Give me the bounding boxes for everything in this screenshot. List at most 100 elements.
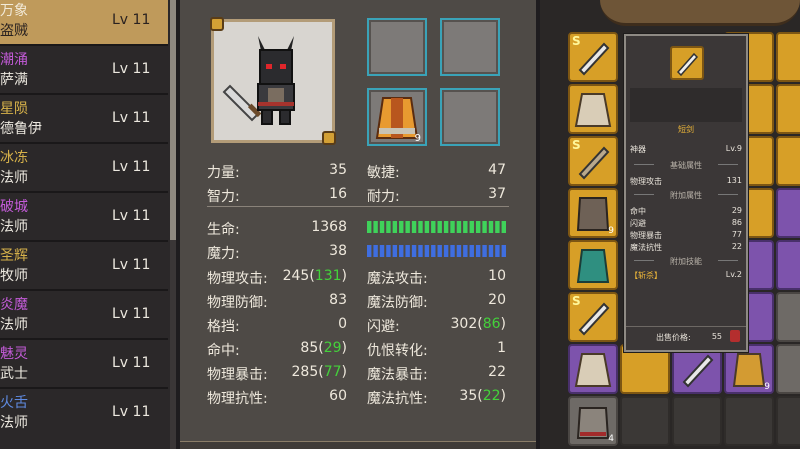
- bar-segment: [495, 245, 500, 257]
- extra-attr-name: 命中: [630, 207, 646, 216]
- hero-row-1[interactable]: 潮涌 萨满 Lv 11: [0, 49, 168, 95]
- inventory-cell-armor[interactable]: [776, 188, 800, 238]
- bar-segment: [424, 245, 430, 257]
- equip-slot-empty[interactable]: [440, 88, 500, 146]
- bar-segment: [450, 221, 455, 233]
- hero-roster: 万象 盗贼 Lv 11 潮涌 萨满 Lv 11 星陨 德鲁伊 Lv 11 冰冻 …: [0, 0, 172, 449]
- stat-label-physical-crit: 物理暴击:: [207, 367, 268, 383]
- inventory-cell-armor[interactable]: [776, 240, 800, 290]
- bar-segment: [488, 221, 494, 233]
- extra-attr-name: 物理暴击: [630, 231, 662, 240]
- portrait-corner-ornament: [210, 17, 224, 31]
- stat-value-intellect: 16: [329, 186, 347, 202]
- bar-segment: [373, 245, 378, 257]
- hero-level: Lv 11: [112, 110, 151, 126]
- stat-label-stamina: 耐力:: [367, 189, 400, 205]
- bar-segment: [495, 221, 500, 233]
- base-value: 85: [300, 340, 319, 356]
- stat-label-magic-defense: 魔法防御:: [367, 295, 428, 311]
- stat-value-stamina: 37: [488, 186, 506, 202]
- inventory-header-ornament: [600, 0, 800, 26]
- equip-slot-empty[interactable]: [367, 18, 427, 76]
- bar-segment: [463, 221, 468, 233]
- sellable-mark-icon: S: [572, 138, 581, 152]
- stat-value-hp: 1368: [311, 219, 347, 235]
- inventory-cell-sword[interactable]: S: [568, 136, 618, 186]
- inventory-cell-armor[interactable]: [776, 84, 800, 134]
- inventory-cell-empty[interactable]: [672, 396, 722, 446]
- inventory-cell-armor[interactable]: 9: [776, 344, 800, 394]
- equip-slot-armor[interactable]: 9: [367, 88, 427, 146]
- hero-name: 万象: [0, 3, 28, 19]
- hero-row-3[interactable]: 冰冻 法师 Lv 11: [0, 147, 168, 193]
- inventory-cell-empty[interactable]: [620, 396, 670, 446]
- inventory-cell-empty[interactable]: [724, 396, 774, 446]
- bonus-value: 86: [482, 316, 501, 332]
- item-quantity: 9: [608, 226, 614, 236]
- bar-segment: [386, 245, 391, 257]
- bar-segment: [411, 221, 417, 233]
- inventory-cell-empty[interactable]: [776, 396, 800, 446]
- extra-attr-value: 22: [731, 242, 742, 251]
- inventory-cell-armor[interactable]: [776, 292, 800, 342]
- base-value: 245: [282, 268, 310, 284]
- stat-value-strength: 35: [329, 162, 347, 178]
- inventory-cell-armor[interactable]: [568, 84, 618, 134]
- extra-attr-value: 77: [731, 230, 742, 239]
- stat-label-magic-crit: 魔法暴击:: [367, 367, 428, 383]
- stat-label-hit: 命中:: [207, 343, 240, 359]
- stat-value-mp: 38: [329, 243, 347, 259]
- bar-segment: [379, 245, 385, 257]
- base-value: 302: [450, 316, 478, 332]
- inventory-cell-sword[interactable]: S: [568, 32, 618, 82]
- hero-row-8[interactable]: 火舌 法师 Lv 11: [0, 392, 168, 438]
- bar-segment: [501, 221, 506, 233]
- hero-name: 圣辉: [0, 248, 28, 264]
- bar-segment: [475, 245, 481, 257]
- inventory-cell-armor[interactable]: 4: [568, 396, 618, 446]
- stat-label-dodge: 闪避:: [367, 319, 400, 335]
- inventory-cell-armor[interactable]: [568, 344, 618, 394]
- hero-row-6[interactable]: 炎魔 法师 Lv 11: [0, 294, 168, 340]
- stat-value-dodge: 302(86): [450, 316, 507, 332]
- stat-label-hp: 生命:: [207, 222, 240, 238]
- bar-segment: [379, 221, 385, 233]
- inventory-cell-sword[interactable]: S: [568, 292, 618, 342]
- hero-name: 火舌: [0, 395, 28, 411]
- hero-level: Lv 11: [112, 208, 151, 224]
- extra-attr-name: 闪避: [630, 219, 646, 228]
- hero-level: Lv 11: [112, 257, 151, 273]
- bar-segment: [418, 245, 423, 257]
- bar-segment: [488, 245, 494, 257]
- item-skill: 【斩杀】: [630, 271, 662, 280]
- inventory-cell-armor[interactable]: [568, 240, 618, 290]
- hero-class: 法师: [0, 170, 28, 186]
- hero-class: 盗贼: [0, 23, 28, 39]
- stat-label-intellect: 智力:: [207, 189, 240, 205]
- item-quantity: 4: [608, 434, 614, 444]
- hero-level: Lv 11: [112, 159, 151, 175]
- knight-sprite-icon: [222, 36, 295, 125]
- stat-value-block: 0: [338, 316, 347, 332]
- inventory-cell-sword[interactable]: [776, 32, 800, 82]
- hero-class: 法师: [0, 219, 28, 235]
- hero-name: 炎魔: [0, 297, 28, 313]
- hero-row-4[interactable]: 破城 法师 Lv 11: [0, 196, 168, 242]
- inventory-cell-armor[interactable]: 9: [568, 188, 618, 238]
- extra-attr-value: 86: [731, 218, 742, 227]
- bar-segment: [456, 245, 462, 257]
- bonus-value: 29: [323, 340, 342, 356]
- hero-row-0[interactable]: 万象 盗贼 Lv 11: [0, 0, 168, 46]
- hero-class: 法师: [0, 415, 28, 431]
- hero-name: 魅灵: [0, 346, 28, 362]
- inventory-cell-armor[interactable]: [776, 136, 800, 186]
- hero-row-2[interactable]: 星陨 德鲁伊 Lv 11: [0, 98, 168, 144]
- sell-price-value: 55: [711, 332, 722, 341]
- hero-row-7[interactable]: 魅灵 武士 Lv 11: [0, 343, 168, 389]
- stat-value-physical-resist: 60: [329, 388, 347, 404]
- hero-class: 牧师: [0, 268, 28, 284]
- hero-row-5[interactable]: 圣辉 牧师 Lv 11: [0, 245, 168, 291]
- equip-slot-empty[interactable]: [440, 18, 500, 76]
- roster-scrollbar-thumb[interactable]: [170, 0, 176, 240]
- item-quality: 神器: [630, 145, 646, 154]
